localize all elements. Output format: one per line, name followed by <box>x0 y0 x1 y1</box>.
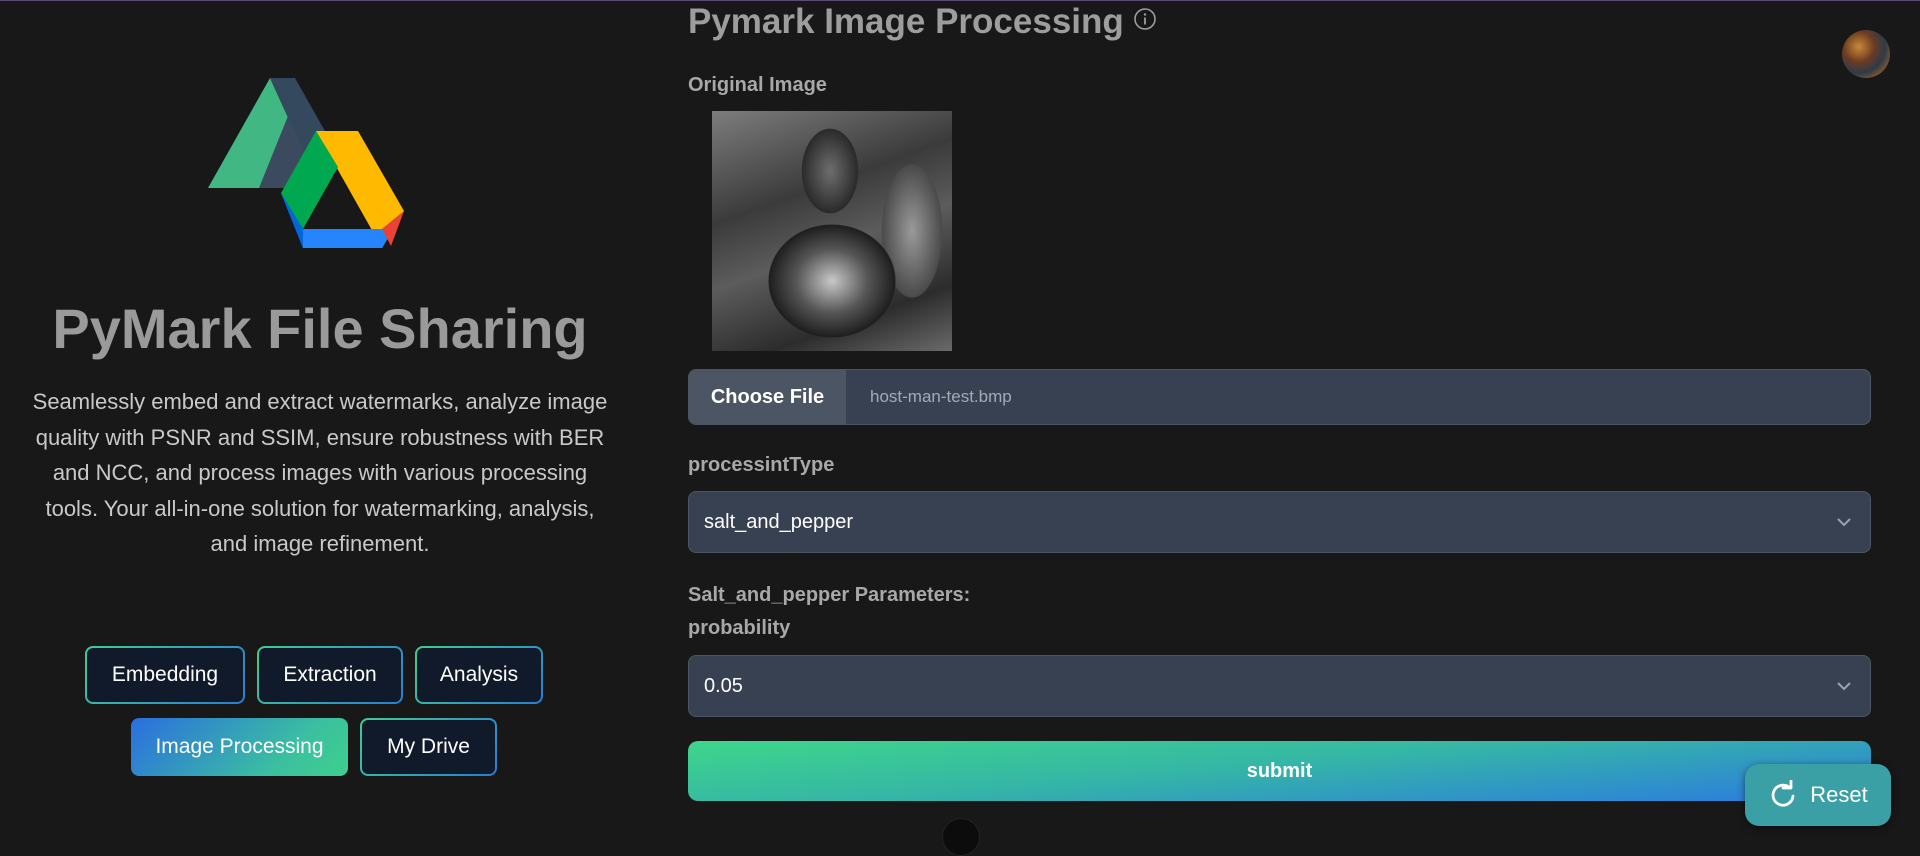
processing-type-select[interactable]: salt_and_pepper <box>688 491 1871 553</box>
original-image-label: Original Image <box>688 74 827 96</box>
info-icon[interactable] <box>1133 7 1157 31</box>
nav-image-processing-button[interactable]: Image Processing <box>131 718 348 776</box>
app-description: Seamlessly embed and extract watermarks,… <box>32 389 608 556</box>
selected-file-name: host-man-test.bmp <box>870 387 1012 406</box>
original-image-preview <box>712 111 952 351</box>
nav-extraction-button[interactable]: Extraction <box>257 646 403 704</box>
scroll-down-icon[interactable] <box>942 818 980 856</box>
nav-my-drive-button[interactable]: My Drive <box>360 718 497 776</box>
chevron-down-icon <box>1837 682 1851 691</box>
file-input[interactable]: Choose File host-man-test.bmp <box>688 369 1871 425</box>
user-avatar[interactable] <box>1842 30 1890 78</box>
processing-type-label: processintType <box>688 454 835 476</box>
nav-analysis-button[interactable]: Analysis <box>415 646 543 704</box>
parameters-heading: Salt_and_pepper Parameters: <box>688 584 971 606</box>
app-title: PyMark File Sharing <box>52 297 588 360</box>
choose-file-button[interactable]: Choose File <box>689 370 846 424</box>
reset-button[interactable]: Reset <box>1745 764 1891 826</box>
nav-embedding-button[interactable]: Embedding <box>85 646 245 704</box>
page-title: Pymark Image Processing <box>688 2 1124 41</box>
reset-label: Reset <box>1810 782 1868 807</box>
probability-label: probability <box>688 617 791 639</box>
processing-type-value: salt_and_pepper <box>704 510 854 533</box>
top-border <box>0 0 1920 1</box>
submit-button[interactable]: submit <box>688 741 1871 801</box>
probability-value: 0.05 <box>704 674 743 697</box>
chevron-down-icon <box>1837 518 1851 527</box>
probability-select[interactable]: 0.05 <box>688 655 1871 717</box>
refresh-icon <box>1771 780 1795 807</box>
app-logo <box>208 78 404 248</box>
